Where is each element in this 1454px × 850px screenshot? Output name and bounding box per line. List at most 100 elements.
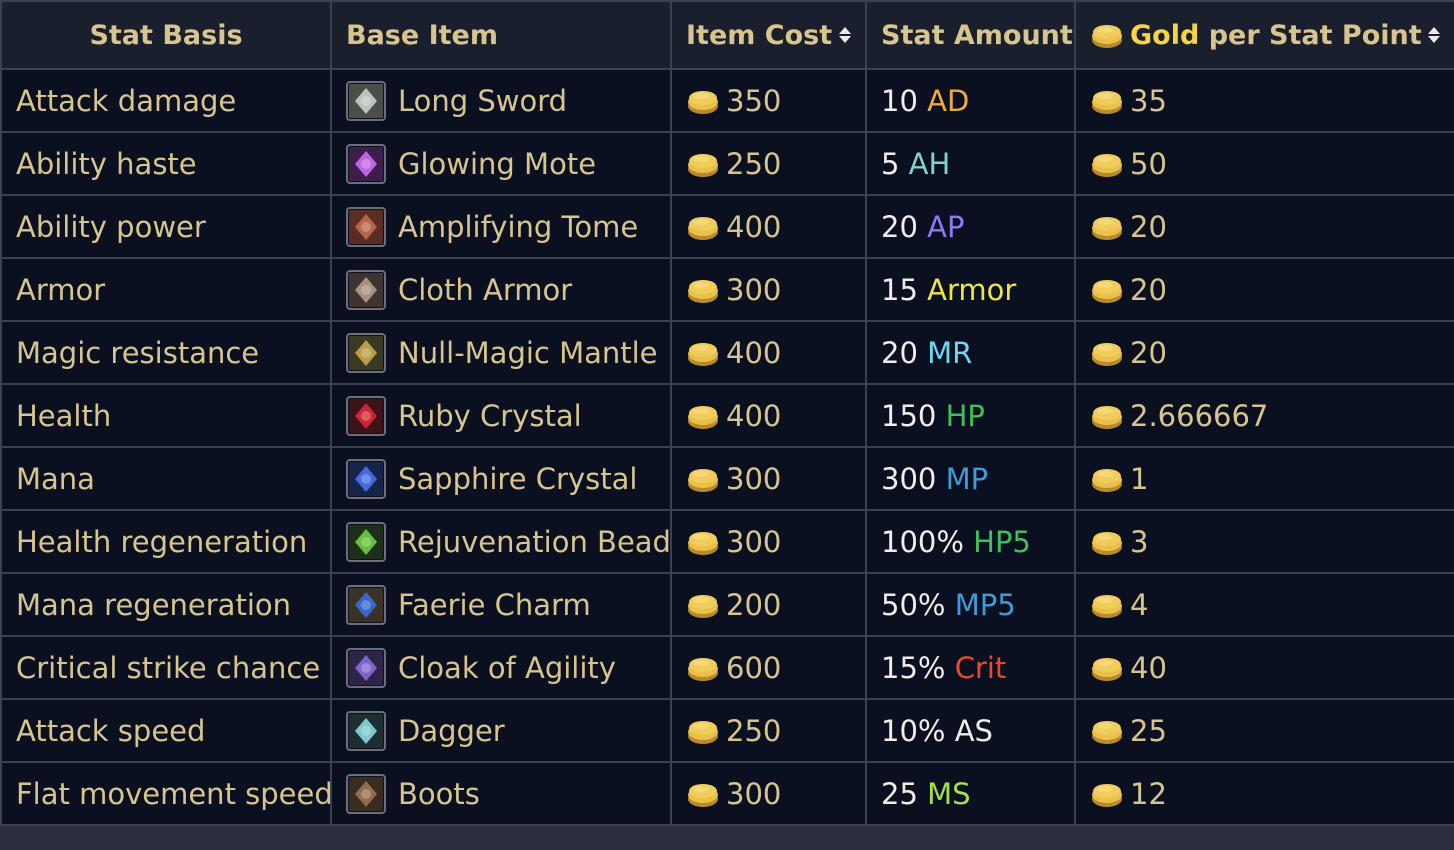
gold-coin-icon	[686, 527, 720, 557]
amplifying-tome-icon[interactable]	[346, 206, 386, 247]
stat-basis-cell: Health regeneration	[0, 509, 332, 574]
item-link[interactable]: Null-Magic Mantle	[398, 336, 658, 370]
stat-basis-cell: Attack speed	[0, 698, 332, 763]
gold-coin-icon	[1090, 338, 1124, 368]
stat-amount-cell: 10% AS	[865, 698, 1076, 763]
stat-unit-link[interactable]: AH	[909, 147, 951, 181]
null-magic-mantle-icon[interactable]	[346, 332, 386, 373]
item-link[interactable]: Rejuvenation Bead	[398, 525, 669, 559]
gold-per-stat-cell: 12	[1074, 761, 1454, 826]
stat-amount-cell: 15 Armor	[865, 257, 1076, 322]
base-item-cell: Cloth Armor	[330, 257, 672, 322]
item-link[interactable]: Long Sword	[398, 84, 567, 118]
base-item-cell: Amplifying Tome	[330, 194, 672, 259]
stat-basis-cell: Magic resistance	[0, 320, 332, 385]
table-row: Health regeneration Rejuvenation Bead 300 1…	[0, 509, 1454, 574]
base-item-cell: Ruby Crystal	[330, 383, 672, 448]
table-row: Mana Sapphire Crystal 300 300 MP 1	[0, 446, 1454, 511]
gold-per-stat-cell: 3	[1074, 509, 1454, 574]
cloth-armor-icon[interactable]	[346, 269, 386, 310]
stat-unit-link[interactable]: Crit	[955, 651, 1007, 685]
item-cost-cell: 400	[670, 194, 867, 259]
stat-unit-link[interactable]: HP5	[973, 525, 1031, 559]
stat-amount-cell: 300 MP	[865, 446, 1076, 511]
rejuvenation-bead-icon[interactable]	[346, 521, 386, 562]
glowing-mote-icon[interactable]	[346, 143, 386, 184]
gold-coin-icon	[1090, 20, 1124, 50]
cloak-of-agility-icon[interactable]	[346, 647, 386, 688]
gold-coin-icon	[686, 779, 720, 809]
gold-per-stat-cell: 40	[1074, 635, 1454, 700]
header-base-item: Base Item	[330, 0, 672, 70]
sort-icon[interactable]	[1428, 27, 1440, 43]
base-item-cell: Boots	[330, 761, 672, 826]
item-link[interactable]: Amplifying Tome	[398, 210, 638, 244]
item-cost-cell: 350	[670, 68, 867, 133]
ruby-crystal-icon[interactable]	[346, 395, 386, 436]
stat-unit-link[interactable]: AS	[955, 714, 993, 748]
sapphire-crystal-icon[interactable]	[346, 458, 386, 499]
gold-coin-icon	[1090, 527, 1124, 557]
table-row: Flat movement speed Boots 300 25 MS 12	[0, 761, 1454, 826]
item-cost-cell: 300	[670, 257, 867, 322]
boots-icon[interactable]	[346, 773, 386, 814]
item-link[interactable]: Ruby Crystal	[398, 399, 582, 433]
gold-per-stat-cell: 50	[1074, 131, 1454, 196]
table-row: Mana regeneration Faerie Charm 200 50% MP5 4	[0, 572, 1454, 637]
item-cost-cell: 400	[670, 383, 867, 448]
item-link[interactable]: Cloth Armor	[398, 273, 572, 307]
base-item-cell: Dagger	[330, 698, 672, 763]
header-stat-amount: Stat Amount	[865, 0, 1076, 70]
header-stat-basis: Stat Basis	[0, 0, 332, 70]
stat-amount-cell: 20 MR	[865, 320, 1076, 385]
item-link[interactable]: Faerie Charm	[398, 588, 591, 622]
gold-coin-icon	[686, 149, 720, 179]
item-link[interactable]: Dagger	[398, 714, 505, 748]
stat-basis-cell: Flat movement speed	[0, 761, 332, 826]
table-row: Health Ruby Crystal 400 150 HP 2.666667	[0, 383, 1454, 448]
gold-coin-icon	[686, 338, 720, 368]
gold-coin-icon	[1090, 779, 1124, 809]
stat-unit-link[interactable]: HP	[946, 399, 985, 433]
gold-efficiency-table: Stat Basis Base Item Item Cost Stat Amou…	[0, 0, 1454, 826]
base-item-cell: Glowing Mote	[330, 131, 672, 196]
stat-unit-link[interactable]: AD	[927, 84, 969, 118]
stat-amount-cell: 10 AD	[865, 68, 1076, 133]
stat-basis-cell: Mana regeneration	[0, 572, 332, 637]
stat-amount-cell: 100% HP5	[865, 509, 1076, 574]
stat-unit-link[interactable]: MP	[946, 462, 989, 496]
stat-amount-cell: 5 AH	[865, 131, 1076, 196]
stat-unit-link[interactable]: Armor	[927, 273, 1016, 307]
header-item-cost[interactable]: Item Cost	[670, 0, 867, 70]
sort-icon[interactable]	[839, 27, 851, 43]
faerie-charm-icon[interactable]	[346, 584, 386, 625]
stat-unit-link[interactable]: MP5	[955, 588, 1016, 622]
stat-amount-cell: 25 MS	[865, 761, 1076, 826]
gold-coin-icon	[1090, 716, 1124, 746]
gold-per-stat-cell: 4	[1074, 572, 1454, 637]
header-gold-per-stat-point[interactable]: Gold per Stat Point	[1074, 0, 1454, 70]
table-row: Magic resistance Null-Magic Mantle 400 20 M…	[0, 320, 1454, 385]
item-cost-cell: 250	[670, 698, 867, 763]
item-link[interactable]: Glowing Mote	[398, 147, 596, 181]
stat-basis-cell: Ability haste	[0, 131, 332, 196]
long-sword-icon[interactable]	[346, 80, 386, 121]
dagger-icon[interactable]	[346, 710, 386, 751]
gold-coin-icon	[1090, 86, 1124, 116]
stat-unit-link[interactable]: MR	[927, 336, 972, 370]
gold-per-stat-cell: 20	[1074, 257, 1454, 322]
stat-unit-link[interactable]: AP	[927, 210, 964, 244]
base-item-cell: Long Sword	[330, 68, 672, 133]
stat-amount-cell: 150 HP	[865, 383, 1076, 448]
table-row: Attack damage Long Sword 350 10 AD 35	[0, 68, 1454, 133]
item-link[interactable]: Sapphire Crystal	[398, 462, 637, 496]
gold-coin-icon	[1090, 149, 1124, 179]
stat-basis-cell: Attack damage	[0, 68, 332, 133]
base-item-cell: Rejuvenation Bead	[330, 509, 672, 574]
gold-coin-icon	[1090, 590, 1124, 620]
item-link[interactable]: Boots	[398, 777, 480, 811]
table-row: Critical strike chance Cloak of Agility 60…	[0, 635, 1454, 700]
stat-unit-link[interactable]: MS	[927, 777, 970, 811]
item-link[interactable]: Cloak of Agility	[398, 651, 616, 685]
gold-coin-icon	[686, 275, 720, 305]
